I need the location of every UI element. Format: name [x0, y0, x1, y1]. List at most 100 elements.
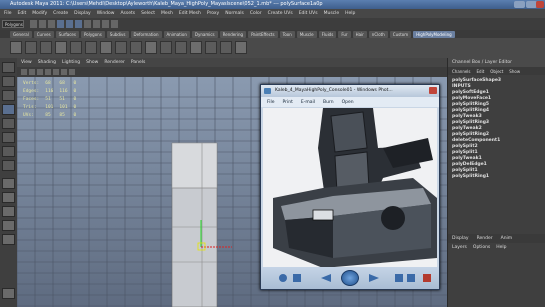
shelf-tab-surfaces[interactable]: Surfaces [55, 30, 79, 38]
lighting-icon[interactable] [61, 69, 67, 75]
previous-icon[interactable] [321, 274, 331, 282]
menu-window[interactable]: Window [97, 11, 115, 16]
menu-help[interactable]: Help [345, 11, 355, 16]
shelf-tab-polygons[interactable]: Polygons [80, 30, 105, 38]
photo-close-button[interactable] [429, 87, 437, 94]
next-icon[interactable] [369, 274, 379, 282]
wireframe-icon[interactable] [37, 69, 43, 75]
manipulator-tool-icon[interactable] [2, 146, 15, 157]
outliner-layout-icon[interactable] [2, 288, 15, 299]
photo-menu-e-mail[interactable]: E-mail [301, 100, 315, 105]
viewport-menu-shading[interactable]: Shading [38, 60, 56, 65]
four-view-layout-icon[interactable] [2, 192, 15, 203]
shelf-tab-rendering[interactable]: Rendering [219, 30, 247, 38]
viewport-menu-panels[interactable]: Panels [131, 60, 145, 65]
menu-modify[interactable]: Modify [32, 11, 47, 16]
select-component-icon[interactable] [75, 20, 82, 28]
shelf-tab-ncloth[interactable]: nCloth [368, 30, 388, 38]
snap-curve-icon[interactable] [93, 20, 100, 28]
shelf-tool-icon[interactable] [100, 41, 112, 54]
photo-menu-file[interactable]: File [267, 100, 275, 105]
shelf-tool-icon[interactable] [10, 41, 22, 54]
channel-tab-edit[interactable]: Edit [477, 69, 485, 74]
shelf-tool-icon[interactable] [25, 41, 37, 54]
photo-menu-open[interactable]: Open [342, 100, 354, 105]
shelf-tab-curves[interactable]: Curves [33, 30, 54, 38]
delete-icon[interactable] [423, 274, 431, 282]
new-scene-icon[interactable] [30, 20, 37, 28]
photo-menu-burn[interactable]: Burn [323, 100, 334, 105]
shelf-tab-muscle[interactable]: Muscle [296, 30, 317, 38]
layer-menu-options[interactable]: Options [473, 245, 490, 250]
select-tool-icon[interactable] [2, 62, 15, 73]
shelf-tab-hair[interactable]: Hair [352, 30, 367, 38]
channel-tab-channels[interactable]: Channels [452, 69, 471, 74]
xray-icon[interactable] [69, 69, 75, 75]
shelf-tab-toon[interactable]: Toon [279, 30, 295, 38]
shelf-tool-icon[interactable] [175, 41, 187, 54]
menu-file[interactable]: File [4, 11, 12, 16]
shelf-tool-icon[interactable] [40, 41, 52, 54]
layer-tab-display[interactable]: Display [452, 236, 469, 241]
rotate-tool-icon[interactable] [2, 118, 15, 129]
photo-menu-print[interactable]: Print [283, 100, 293, 105]
menu-edit-mesh[interactable]: Edit Mesh [179, 11, 201, 16]
viewport-menu-view[interactable]: View [21, 60, 32, 65]
move-tool-icon[interactable] [2, 104, 15, 115]
grid-toggle-icon[interactable] [29, 69, 35, 75]
shelf-tool-icon[interactable] [235, 41, 247, 54]
viewport-menu-renderer[interactable]: Renderer [104, 60, 125, 65]
shelf-tab-custom[interactable]: Custom [389, 30, 412, 38]
close-button[interactable] [536, 1, 544, 8]
menu-proxy[interactable]: Proxy [207, 11, 219, 16]
menu-display[interactable]: Display [74, 11, 91, 16]
layer-menu-layers[interactable]: Layers [452, 245, 467, 250]
open-scene-icon[interactable] [39, 20, 46, 28]
actual-size-icon[interactable] [293, 274, 301, 282]
shelf-tool-icon[interactable] [115, 41, 127, 54]
paint-select-icon[interactable] [2, 90, 15, 101]
shelf-tool-icon[interactable] [220, 41, 232, 54]
shelf-tab-subdivs[interactable]: Subdivs [106, 30, 129, 38]
rotate-cw-icon[interactable] [407, 274, 415, 282]
shelf-tab-fur[interactable]: Fur [338, 30, 351, 38]
shelf-tool-icon[interactable] [70, 41, 82, 54]
select-object-icon[interactable] [66, 20, 73, 28]
layer-tab-render[interactable]: Render [477, 236, 493, 241]
textured-icon[interactable] [53, 69, 59, 75]
slideshow-play-button[interactable] [341, 270, 359, 286]
input-node[interactable]: polySplitRing1 [452, 174, 545, 180]
scale-tool-icon[interactable] [2, 132, 15, 143]
snap-point-icon[interactable] [102, 20, 109, 28]
select-hierarchy-icon[interactable] [57, 20, 64, 28]
camera-icon[interactable] [21, 69, 27, 75]
shelf-tool-icon[interactable] [205, 41, 217, 54]
hypershade-layout-icon[interactable] [2, 234, 15, 245]
menu-edit-uvs[interactable]: Edit UVs [299, 11, 318, 16]
minimize-button[interactable] [514, 1, 525, 8]
rotate-ccw-icon[interactable] [395, 274, 403, 282]
photo-viewer-window[interactable]: Kaleb_4_MayaHighPoly_Console01 - Windows… [260, 84, 440, 290]
shelf-tab-deformation[interactable]: Deformation [130, 30, 162, 38]
menu-select[interactable]: Select [141, 11, 155, 16]
layer-menu-help[interactable]: Help [496, 245, 506, 250]
menu-create-uvs[interactable]: Create UVs [268, 11, 293, 16]
persp-outliner-layout-icon[interactable] [2, 206, 15, 217]
shelf-tab-fluids[interactable]: Fluids [318, 30, 337, 38]
shelf-tab-highpolymodeling[interactable]: HighPolyModeling [413, 30, 455, 38]
menu-assets[interactable]: Assets [120, 11, 135, 16]
lasso-tool-icon[interactable] [2, 76, 15, 87]
shelf-tool-icon[interactable] [160, 41, 172, 54]
last-tool-icon[interactable] [2, 160, 15, 171]
shelf-tool-icon[interactable] [190, 41, 202, 54]
zoom-icon[interactable] [279, 274, 287, 282]
mode-selector[interactable]: Polygons [2, 20, 24, 28]
snap-grid-icon[interactable] [84, 20, 91, 28]
shelf-tab-dynamics[interactable]: Dynamics [191, 30, 218, 38]
smooth-shade-icon[interactable] [45, 69, 51, 75]
persp-graph-layout-icon[interactable] [2, 220, 15, 231]
menu-create[interactable]: Create [53, 11, 68, 16]
viewport-menu-lighting[interactable]: Lighting [62, 60, 80, 65]
menu-muscle[interactable]: Muscle [324, 11, 340, 16]
menu-color[interactable]: Color [250, 11, 262, 16]
